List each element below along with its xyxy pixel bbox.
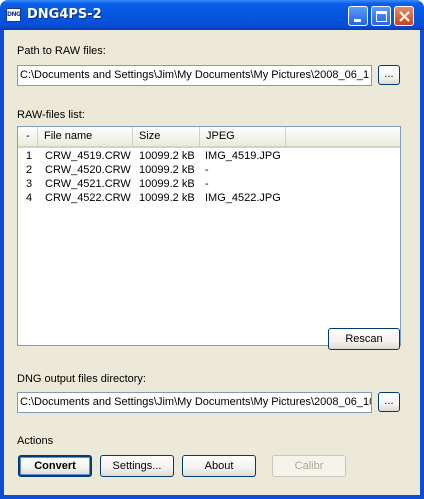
column-header-file-name[interactable]: File name bbox=[38, 127, 133, 146]
convert-button[interactable]: Convert bbox=[18, 455, 92, 477]
list-header: - File name Size JPEG bbox=[18, 127, 400, 148]
app-window: DNG DNG4PS-2 Path to RAW files: C:\Docum… bbox=[0, 0, 424, 499]
table-row[interactable]: 4 CRW_4522.CRW 10099.2 kB IMG_4522.JPG bbox=[18, 191, 400, 205]
settings-button[interactable]: Settings... bbox=[100, 455, 174, 477]
raw-files-list[interactable]: - File name Size JPEG 1 CRW_4519.CRW 100… bbox=[17, 126, 401, 346]
row-size: 10099.2 kB bbox=[139, 192, 195, 204]
row-size: 10099.2 kB bbox=[139, 150, 195, 162]
table-row[interactable]: 3 CRW_4521.CRW 10099.2 kB - bbox=[18, 177, 400, 191]
calibr-button[interactable]: Calibr bbox=[272, 455, 346, 477]
row-file-name: CRW_4519.CRW bbox=[45, 150, 131, 162]
about-button[interactable]: About bbox=[182, 455, 256, 477]
row-file-name: CRW_4522.CRW bbox=[45, 192, 131, 204]
row-jpeg: IMG_4519.JPG bbox=[205, 150, 281, 162]
title-bar[interactable]: DNG DNG4PS-2 bbox=[0, 0, 424, 30]
output-dir-label: DNG output files directory: bbox=[17, 373, 146, 385]
rescan-button[interactable]: Rescan bbox=[328, 328, 400, 350]
row-size: 10099.2 kB bbox=[139, 164, 195, 176]
raw-path-label: Path to RAW files: bbox=[17, 45, 106, 57]
output-dir-browse-button[interactable]: ... bbox=[378, 392, 400, 412]
column-header-number[interactable]: - bbox=[18, 127, 38, 146]
minimize-button[interactable] bbox=[348, 6, 368, 26]
row-file-name: CRW_4521.CRW bbox=[45, 178, 131, 190]
table-row[interactable]: 2 CRW_4520.CRW 10099.2 kB - bbox=[18, 163, 400, 177]
row-jpeg: - bbox=[205, 164, 209, 176]
row-file-name: CRW_4520.CRW bbox=[45, 164, 131, 176]
row-jpeg: IMG_4522.JPG bbox=[205, 192, 281, 204]
row-number: 4 bbox=[26, 192, 33, 204]
close-icon bbox=[399, 11, 410, 22]
raw-path-input[interactable]: C:\Documents and Settings\Jim\My Documen… bbox=[17, 65, 372, 86]
table-row[interactable]: 1 CRW_4519.CRW 10099.2 kB IMG_4519.JPG bbox=[18, 149, 400, 163]
row-size: 10099.2 kB bbox=[139, 178, 195, 190]
row-jpeg: - bbox=[205, 178, 209, 190]
column-header-jpeg[interactable]: JPEG bbox=[200, 127, 286, 146]
row-number: 3 bbox=[26, 178, 33, 190]
minimize-icon bbox=[354, 19, 361, 22]
raw-path-browse-button[interactable]: ... bbox=[378, 65, 400, 85]
close-button[interactable] bbox=[394, 6, 414, 26]
app-icon: DNG bbox=[6, 8, 21, 22]
raw-list-label: RAW-files list: bbox=[17, 109, 85, 121]
client-area: Path to RAW files: C:\Documents and Sett… bbox=[4, 30, 420, 495]
window-title: DNG4PS-2 bbox=[27, 7, 102, 22]
actions-label: Actions bbox=[17, 435, 54, 447]
output-dir-input[interactable]: C:\Documents and Settings\Jim\My Documen… bbox=[17, 392, 372, 413]
maximize-button[interactable] bbox=[371, 6, 391, 26]
maximize-icon bbox=[376, 11, 387, 22]
row-number: 1 bbox=[26, 150, 33, 162]
column-header-size[interactable]: Size bbox=[133, 127, 200, 146]
row-number: 2 bbox=[26, 164, 33, 176]
